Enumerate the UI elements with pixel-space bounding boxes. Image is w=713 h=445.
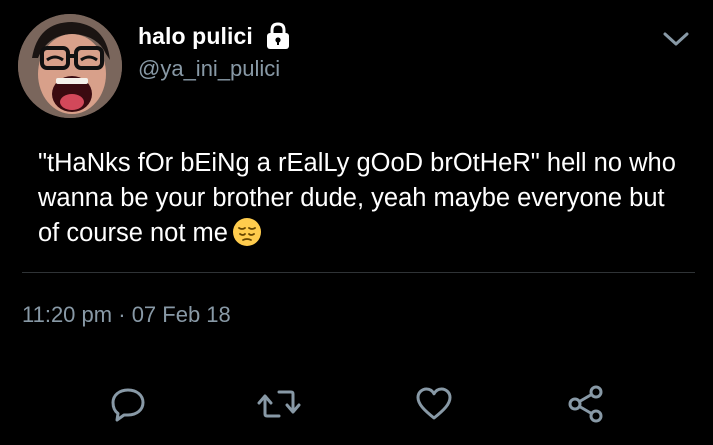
tweet-text: "tHaNks fOr bEiNg a rEalLy gOoD brOtHeR"… (38, 146, 688, 251)
like-button[interactable] (408, 378, 460, 430)
share-button[interactable] (560, 378, 612, 430)
reply-icon (108, 384, 148, 424)
share-icon (566, 384, 606, 424)
tweet-time: 11:20 pm (22, 302, 113, 327)
user-info: halo pulici @ya_ini_pulici (138, 20, 293, 82)
meta-separator: · (118, 302, 126, 327)
display-name[interactable]: halo pulici (138, 23, 253, 50)
chevron-down-icon[interactable] (661, 28, 691, 50)
avatar[interactable] (18, 14, 122, 118)
user-handle[interactable]: @ya_ini_pulici (138, 56, 293, 82)
pensive-face-emoji (232, 217, 262, 247)
tweet-date[interactable]: 07 Feb 18 (132, 302, 231, 327)
tweet-card: halo pulici @ya_ini_pulici "tHaNks fOr b… (0, 0, 713, 445)
retweet-icon (257, 384, 301, 424)
heart-icon (414, 384, 454, 424)
retweet-button[interactable] (253, 378, 305, 430)
tweet-body: "tHaNks fOr bEiNg a rEalLy gOoD brOtHeR"… (38, 149, 676, 247)
tweet-timestamp: 11:20 pm · 07 Feb 18 (22, 302, 231, 328)
avatar-image (18, 14, 122, 118)
action-bar (0, 378, 713, 430)
lock-icon (263, 21, 293, 51)
reply-button[interactable] (102, 378, 154, 430)
divider (22, 272, 695, 273)
